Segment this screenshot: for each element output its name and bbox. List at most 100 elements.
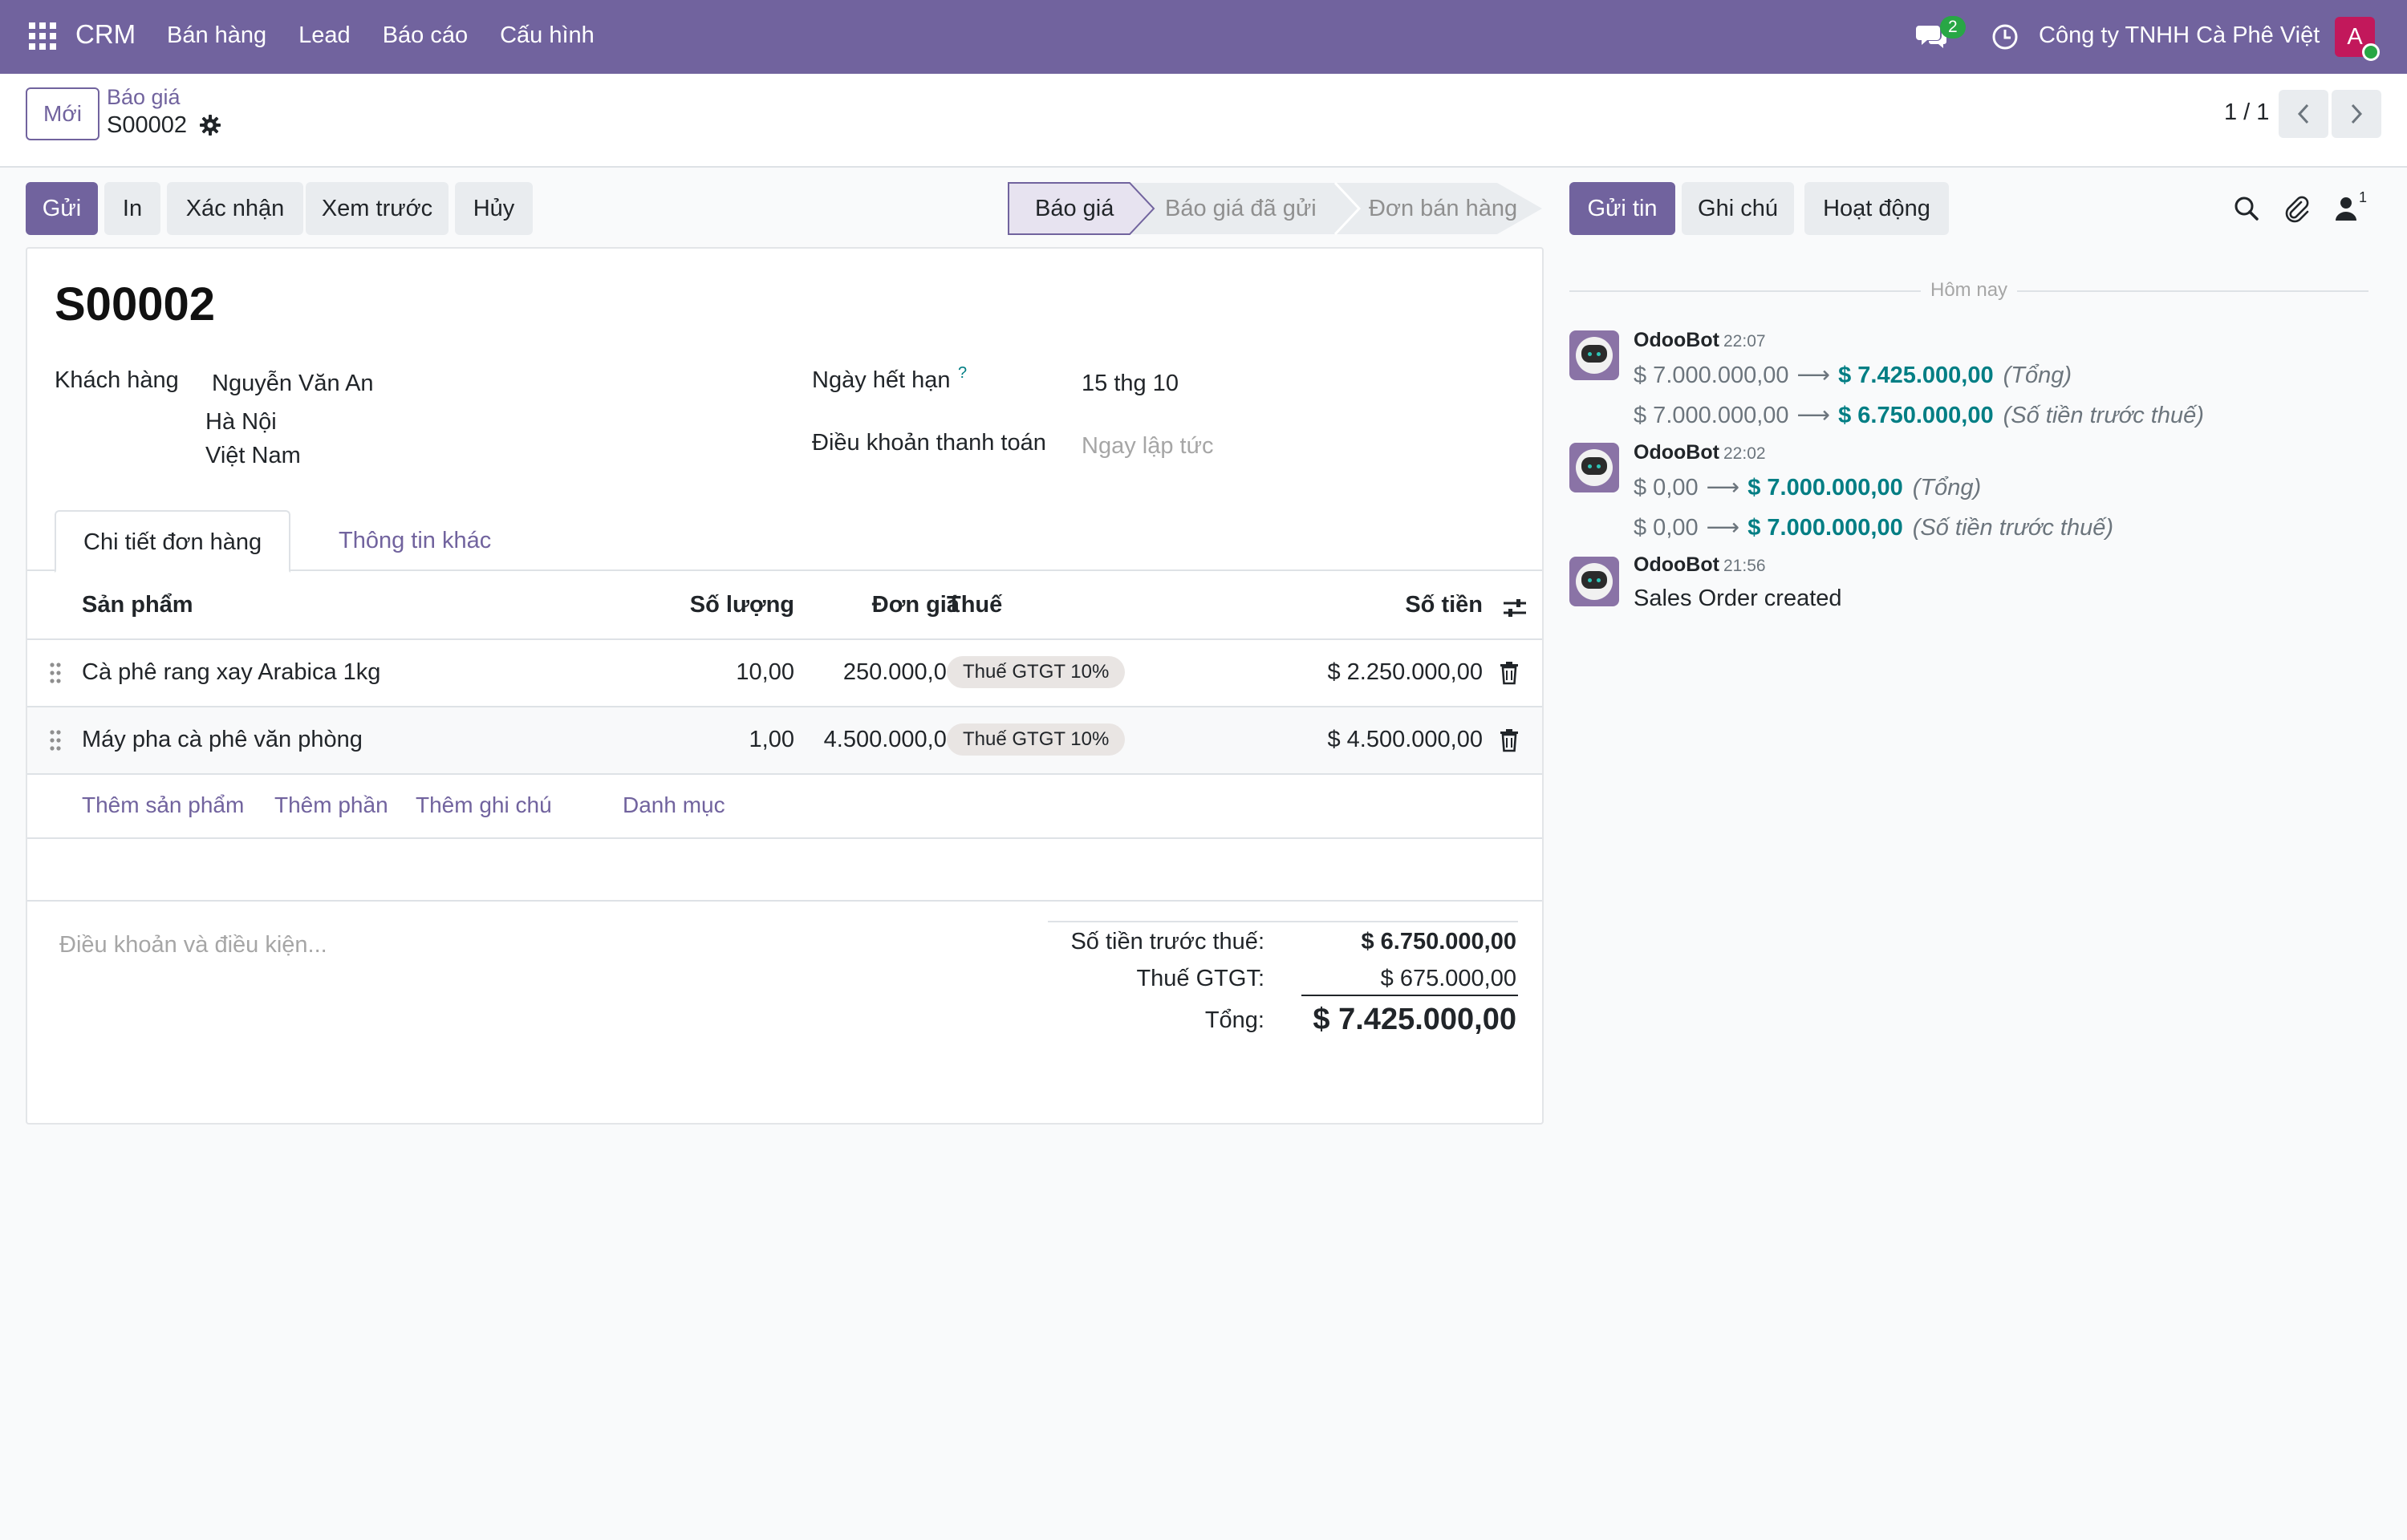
tracked-field: (Tổng) xyxy=(1912,475,1982,500)
menu-item-config[interactable]: Cấu hình xyxy=(500,22,595,49)
total-separator xyxy=(1301,995,1518,996)
company-switcher[interactable]: Công ty TNHH Cà Phê Việt xyxy=(2039,22,2320,49)
tax-badge: Thuế GTGT 10% xyxy=(947,656,1126,688)
send-button[interactable]: Gửi xyxy=(26,182,98,235)
drag-handle-icon[interactable] xyxy=(48,728,63,752)
line-unit-price: 250.000,00 xyxy=(842,659,960,685)
print-button[interactable]: In xyxy=(104,182,160,235)
trash-icon[interactable] xyxy=(1499,661,1520,685)
col-quantity[interactable]: Số lượng xyxy=(690,592,794,618)
gear-icon[interactable] xyxy=(199,114,221,136)
line-product: Máy pha cà phê văn phòng xyxy=(82,727,363,752)
col-product[interactable]: Sản phẩm xyxy=(82,592,193,618)
arrow-right-icon: ⟶ xyxy=(1706,515,1740,541)
notebook-tabs: Chi tiết đơn hàng Thông tin khác xyxy=(27,510,1542,573)
new-value: $ 7.000.000,00 xyxy=(1747,515,1903,541)
status-bar: Báo giá Báo giá đã gửi Đơn bán hàng xyxy=(1008,182,1544,235)
menu-item-sales[interactable]: Bán hàng xyxy=(167,22,266,49)
menu-item-reports[interactable]: Báo cáo xyxy=(383,22,468,49)
top-navbar: CRM Bán hàng Lead Báo cáo Cấu hình 2 Côn… xyxy=(0,0,2407,74)
stage-quotation-sent[interactable]: Báo giá đã gửi xyxy=(1165,182,1317,235)
app-brand[interactable]: CRM xyxy=(75,19,136,50)
activity-clock-icon[interactable] xyxy=(1991,22,2019,51)
online-status-dot xyxy=(2362,43,2380,61)
stage-sales-order[interactable]: Đơn bán hàng xyxy=(1369,182,1517,235)
menu-item-lead[interactable]: Lead xyxy=(298,22,351,49)
odoobot-avatar[interactable] xyxy=(1569,330,1619,380)
pager-value[interactable]: 1 / 1 xyxy=(2224,99,2269,126)
table-row[interactable]: Cà phê rang xay Arabica 1kg 10,00 250.00… xyxy=(27,640,1542,707)
drag-handle-icon[interactable] xyxy=(48,661,63,685)
tab-other-info[interactable]: Thông tin khác xyxy=(311,510,518,571)
confirm-button[interactable]: Xác nhận xyxy=(167,182,303,235)
chevron-left-icon xyxy=(2297,103,2309,124)
customer-city: Hà Nội xyxy=(205,409,277,435)
line-quantity: 1,00 xyxy=(749,727,794,752)
message-time: 21:56 xyxy=(1723,557,1766,575)
expiry-help-tooltip[interactable]: ? xyxy=(958,364,967,383)
tracked-field: (Số tiền trước thuế) xyxy=(1912,515,2114,541)
trash-icon[interactable] xyxy=(1499,728,1520,752)
add-note-link[interactable]: Thêm ghi chú xyxy=(416,792,552,818)
message-author[interactable]: OdooBot xyxy=(1634,329,1719,352)
new-button[interactable]: Mới xyxy=(26,87,99,140)
odoobot-avatar[interactable] xyxy=(1569,443,1619,492)
activities-button[interactable]: Hoạt động xyxy=(1804,182,1949,235)
search-icon[interactable] xyxy=(2232,194,2261,223)
customer-field[interactable]: Nguyễn Văn An xyxy=(212,371,374,397)
message-body: Sales Order created xyxy=(1634,586,1842,611)
send-message-button[interactable]: Gửi tin xyxy=(1569,182,1675,235)
old-value: $ 0,00 xyxy=(1634,475,1699,500)
untaxed-amount: $ 6.750.000,00 xyxy=(1361,929,1516,954)
terms-conditions-field[interactable]: Điều khoản và điều kiện... xyxy=(59,932,327,958)
cancel-button[interactable]: Hủy xyxy=(455,182,533,235)
main-menu: Bán hàng Lead Báo cáo Cấu hình xyxy=(167,22,595,49)
pager-previous-button[interactable] xyxy=(2279,90,2328,138)
customer-country: Việt Nam xyxy=(205,443,301,468)
expiry-date-field[interactable]: 15 thg 10 xyxy=(1082,371,1179,397)
message-author[interactable]: OdooBot xyxy=(1634,441,1719,464)
log-note-button[interactable]: Ghi chú xyxy=(1682,182,1794,235)
breadcrumb-parent[interactable]: Báo giá xyxy=(107,85,181,110)
tab-order-lines[interactable]: Chi tiết đơn hàng xyxy=(55,510,291,573)
stage-quotation[interactable]: Báo giá xyxy=(1035,182,1114,235)
order-lines-header: Sản phẩm Số lượng Đơn giá Thuế Số tiền xyxy=(27,573,1542,640)
arrow-right-icon: ⟶ xyxy=(1796,403,1831,428)
pager-next-button[interactable] xyxy=(2332,90,2381,138)
paperclip-icon[interactable] xyxy=(2282,194,2311,223)
arrow-right-icon: ⟶ xyxy=(1706,475,1740,500)
tracking-change: $ 7.000.000,00 ⟶ $ 7.425.000,00 (Tổng) xyxy=(1634,361,2072,389)
tracking-change: $ 0,00 ⟶ $ 7.000.000,00 (Số tiền trước thuế… xyxy=(1634,513,2113,541)
old-value: $ 7.000.000,00 xyxy=(1634,403,1789,428)
old-value: $ 0,00 xyxy=(1634,515,1699,541)
table-row[interactable]: Máy pha cà phê văn phòng 1,00 4.500.000,… xyxy=(27,707,1542,775)
add-section-link[interactable]: Thêm phần xyxy=(274,792,388,818)
total-label: Tổng: xyxy=(1204,1007,1264,1033)
control-panel: Mới Báo giá S00002 1 / 1 xyxy=(0,74,2407,168)
record-title: S00002 xyxy=(55,278,215,330)
payment-terms-field[interactable]: Ngay lập tức xyxy=(1082,433,1213,460)
add-product-link[interactable]: Thêm sản phẩm xyxy=(82,792,244,818)
new-value: $ 7.000.000,00 xyxy=(1747,475,1903,500)
followers-icon[interactable] xyxy=(2332,194,2360,223)
preview-button[interactable]: Xem trước xyxy=(306,182,449,235)
col-taxes[interactable]: Thuế xyxy=(947,592,1002,618)
payment-terms-label: Điều khoản thanh toán xyxy=(812,430,1046,456)
message-author[interactable]: OdooBot xyxy=(1634,553,1719,577)
apps-menu-icon[interactable] xyxy=(29,22,56,50)
optional-columns-icon[interactable] xyxy=(1502,595,1528,621)
form-sheet: S00002 Khách hàng Nguyễn Văn An Hà Nội V… xyxy=(26,247,1544,1125)
line-amount: $ 2.250.000,00 xyxy=(1327,659,1483,685)
message-time: 22:02 xyxy=(1723,444,1766,463)
tracked-field: (Số tiền trước thuế) xyxy=(2003,403,2204,428)
old-value: $ 7.000.000,00 xyxy=(1634,363,1789,388)
tax-label: Thuế GTGT: xyxy=(1136,966,1264,991)
total-amount: $ 7.425.000,00 xyxy=(1313,1003,1516,1036)
tracking-change: $ 0,00 ⟶ $ 7.000.000,00 (Tổng) xyxy=(1634,473,1981,501)
arrow-right-icon: ⟶ xyxy=(1796,363,1831,388)
date-separator-label: Hôm nay xyxy=(1921,279,2018,302)
odoobot-avatar[interactable] xyxy=(1569,557,1619,606)
tax-amount: $ 675.000,00 xyxy=(1380,966,1516,991)
col-amount[interactable]: Số tiền xyxy=(1405,592,1483,618)
catalog-link[interactable]: Danh mục xyxy=(623,792,725,818)
